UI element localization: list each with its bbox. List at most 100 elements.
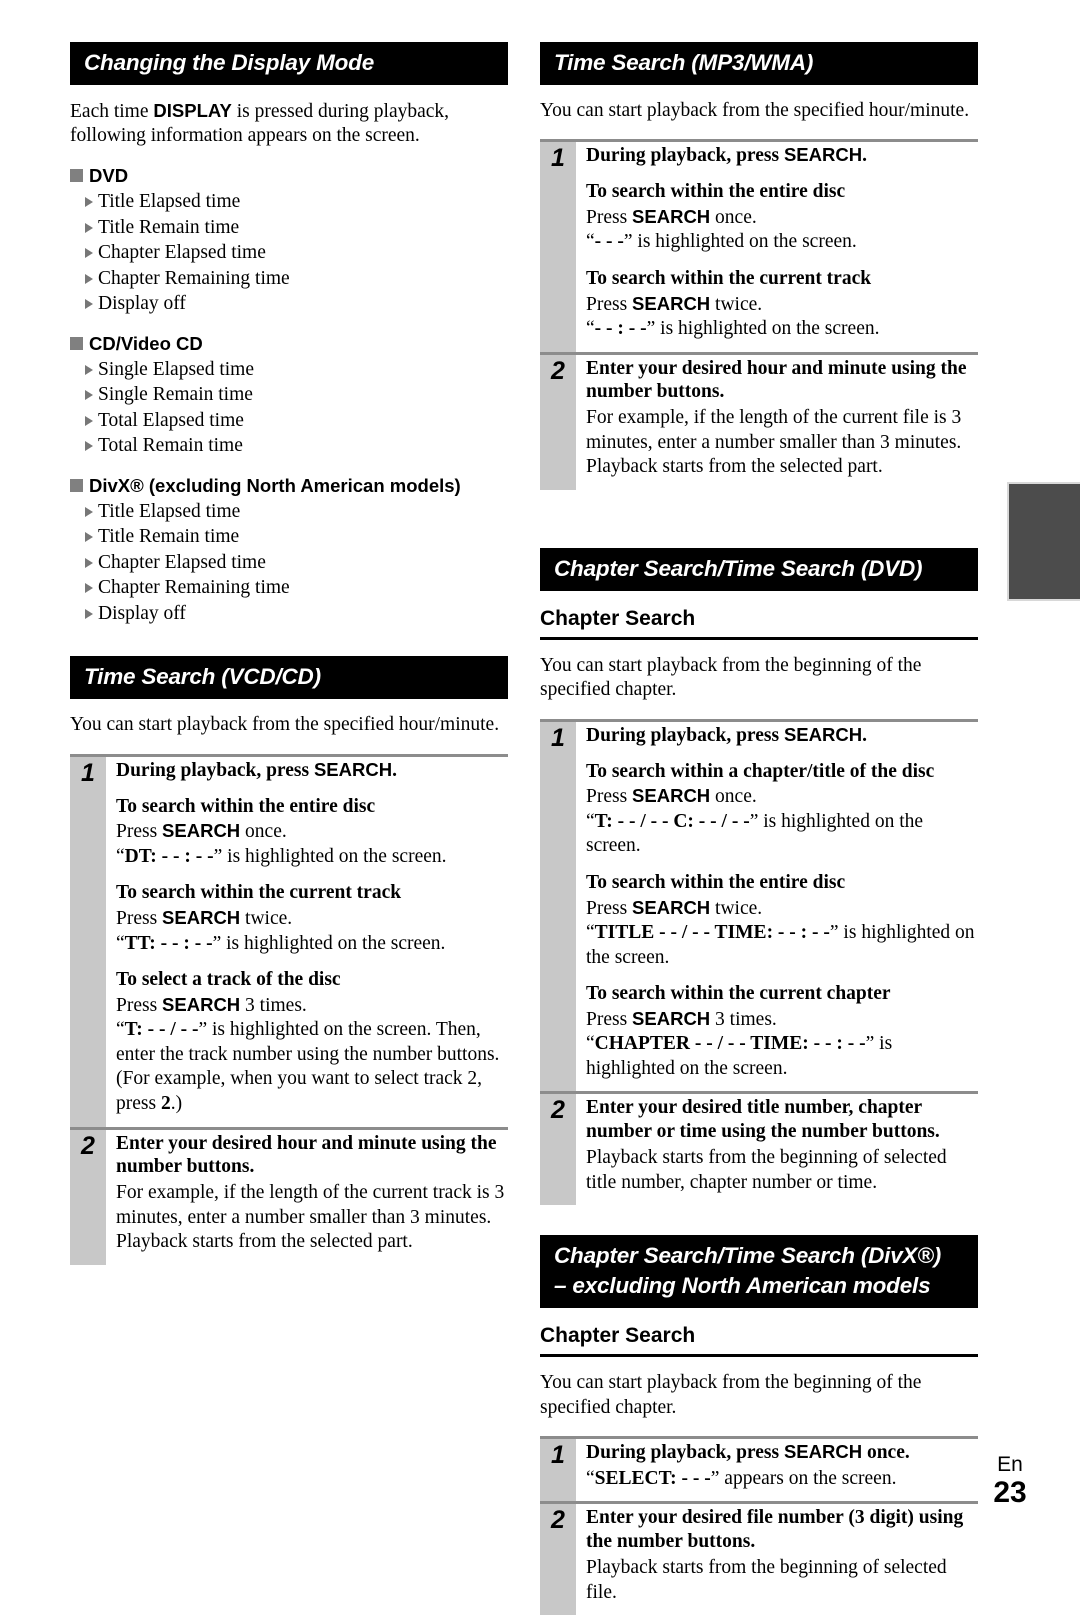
step-subheading: To search within the current track (116, 882, 402, 904)
step-body: During playback, press SEARCH once. “SELE… (576, 1439, 978, 1501)
intro-paragraph-chapter-search-divx: You can start playback from the beginnin… (540, 1372, 922, 1418)
step-row: 2 Enter your desired hour and minute usin… (70, 1126, 508, 1265)
language-label: En (997, 1453, 1023, 1477)
list-item: Display off (70, 601, 508, 627)
step-body: Enter your desired title number, chapter… (576, 1094, 978, 1205)
steps-time-search-mp3-wma: 1 During playback, press SEARCH. To search… (540, 139, 978, 490)
step-row: 1 During playback, press SEARCH. To search… (70, 753, 508, 1127)
steps-time-search-vcd-cd: 1 During playback, press SEARCH. To search… (70, 753, 508, 1265)
step-row: 1 During playback, press SEARCH. To search… (540, 139, 978, 352)
list-item: Single Elapsed time (70, 357, 508, 383)
step-title: Enter your desired file number (3 digit)… (586, 1507, 964, 1553)
square-bullet-icon (70, 169, 83, 183)
list-item: Total Remain time (70, 433, 508, 459)
step-number: 1 (540, 142, 576, 352)
intro-paragraph-time-search-vcd-cd: You can start playback from the specifie… (70, 714, 500, 736)
intro-paragraph-time-search-mp3-wma: You can start playback from the specifie… (540, 99, 970, 121)
step-line: “TT: - - : - -” is highlighted on the sc… (116, 932, 446, 954)
step-body: During playback, press SEARCH. To search … (106, 757, 508, 1127)
section-banner-chapter-search-divx: Chapter Search/Time Search (DivX®) – exc… (540, 1235, 978, 1308)
subhead-label: DVD (89, 165, 129, 187)
square-bullet-icon (70, 478, 83, 492)
step-line: Playback starts from the selected part. (116, 1231, 413, 1253)
step-line: Press SEARCH once. (586, 785, 757, 808)
step-title: During playback, press SEARCH once. (586, 1441, 910, 1464)
step-number: 2 (540, 354, 576, 490)
step-line: “CHAPTER - - / - - TIME: - - : - -” is h… (586, 1033, 893, 1079)
step-subheading: To search within the entire disc (116, 795, 376, 817)
list-item: Chapter Elapsed time (70, 240, 508, 266)
left-column: Changing the Display Mode Each time DISP… (70, 42, 508, 1615)
step-row: 1 During playback, press SEARCH. To search… (540, 718, 978, 1092)
list-cd-modes: Single Elapsed time Single Remain time T… (70, 357, 508, 459)
page-number: 23 (993, 1475, 1027, 1509)
step-subheading: To search within the entire disc (586, 871, 846, 893)
list-item: Title Elapsed time (70, 189, 508, 215)
step-line: “TITLE - - / - - TIME: - - : - -” is hig… (586, 922, 975, 968)
subhead-dvd: DVD (70, 165, 508, 187)
step-line: Playback starts from the selected part. (586, 456, 883, 478)
step-line: “T: - - / - - C: - - / - -” is highlight… (586, 810, 924, 857)
list-item: Chapter Remaining time (70, 575, 508, 601)
two-column-layout: Changing the Display Mode Each time DISP… (70, 42, 978, 1615)
step-line: Playback starts from the beginning of se… (586, 1147, 947, 1193)
step-subheading: To search within the current track (586, 267, 872, 289)
subheading-chapter-search-dvd: Chapter Search (540, 607, 978, 640)
list-item: Title Remain time (70, 524, 508, 550)
square-bullet-icon (70, 336, 83, 350)
intro-paragraph-chapter-search-dvd: You can start playback from the beginnin… (540, 654, 922, 701)
subheading-chapter-search-divx: Chapter Search (540, 1324, 978, 1357)
step-line: Press SEARCH twice. (586, 292, 763, 315)
page-edge-index-tab (1007, 482, 1080, 601)
step-subheading: To search within the current chapter (586, 983, 891, 1005)
subhead-cd-video-cd: CD/Video CD (70, 333, 508, 355)
step-body: During playback, press SEARCH. To search … (576, 142, 978, 351)
step-subheading: To search within a chapter/title of the … (586, 760, 935, 782)
group-dvd: DVD Title Elapsed time Title Remain time… (70, 165, 508, 317)
list-item: Title Remain time (70, 215, 508, 241)
step-subheading: To select a track of the disc (116, 969, 341, 991)
step-row: 2 Enter your desired hour and minute usin… (540, 351, 978, 490)
step-line: “- - -” is highlighted on the screen. (586, 231, 857, 253)
list-item: Display off (70, 291, 508, 317)
right-column: Time Search (MP3/WMA) You can start play… (540, 42, 978, 1615)
step-number: 2 (540, 1504, 576, 1615)
list-item: Title Elapsed time (70, 499, 508, 525)
step-title: Enter your desired title number, chapter… (586, 1097, 940, 1143)
section-banner-changing-display-mode: Changing the Display Mode (70, 42, 508, 85)
manual-page: Changing the Display Mode Each time DISP… (0, 0, 1080, 1615)
list-divx-modes: Title Elapsed time Title Remain time Cha… (70, 499, 508, 627)
step-row: 1 During playback, press SEARCH once. “SEL… (540, 1436, 978, 1502)
step-line: “T: - - / - -” is highlighted on the scr… (116, 1019, 500, 1114)
section-banner-time-search-vcd-cd: Time Search (VCD/CD) (70, 656, 508, 700)
step-title: Enter your desired hour and minute using… (116, 1132, 497, 1178)
step-body: Enter your desired file number (3 digit)… (576, 1504, 978, 1615)
list-item: Total Elapsed time (70, 408, 508, 434)
list-dvd-modes: Title Elapsed time Title Remain time Cha… (70, 189, 508, 317)
step-number: 2 (540, 1094, 576, 1206)
step-row: 2 Enter your desired title number, chapte… (540, 1091, 978, 1206)
step-line: Press SEARCH once. (116, 820, 287, 843)
step-number: 1 (540, 1439, 576, 1502)
section-banner-chapter-search-dvd: Chapter Search/Time Search (DVD) (540, 547, 978, 591)
step-number: 2 (70, 1129, 106, 1265)
step-line: Press SEARCH 3 times. (116, 993, 307, 1016)
display-mode-groups: DVD Title Elapsed time Title Remain time… (70, 165, 508, 626)
group-cd-video-cd: CD/Video CD Single Elapsed time Single R… (70, 333, 508, 459)
subhead-divx: DivX® (excluding North American models) (70, 475, 508, 497)
step-line: Press SEARCH 3 times. (586, 1007, 777, 1030)
step-title: Enter your desired hour and minute using… (586, 357, 967, 403)
subhead-label: DivX® (excluding North American models) (89, 474, 461, 496)
group-divx: DivX® (excluding North American models) … (70, 475, 508, 627)
banner-line-1: Chapter Search/Time Search (DivX®) (554, 1243, 942, 1269)
page-footer: En 23 (970, 1453, 1050, 1508)
step-title: During playback, press SEARCH. (586, 144, 867, 167)
step-line: Playback starts from the beginning of se… (586, 1557, 947, 1603)
step-line: Press SEARCH once. (586, 205, 757, 228)
list-item: Chapter Remaining time (70, 266, 508, 292)
step-subheading: To search within the entire disc (586, 181, 846, 203)
step-line: For example, if the length of the curren… (116, 1182, 505, 1228)
